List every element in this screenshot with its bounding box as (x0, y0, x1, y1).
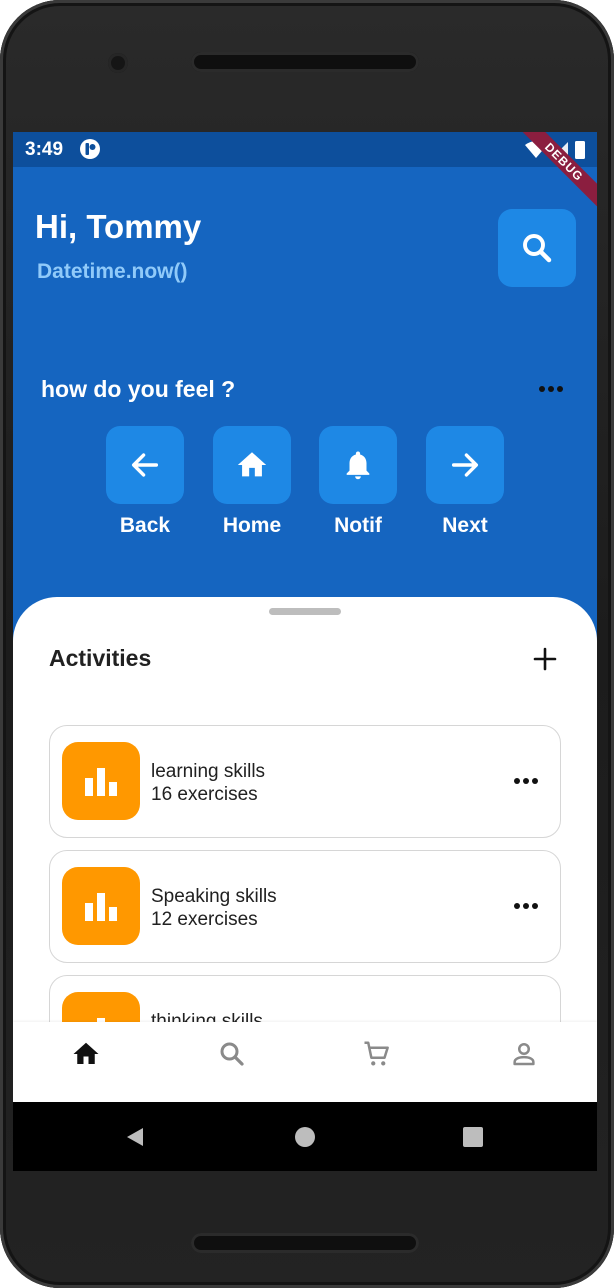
home-icon (73, 1042, 99, 1064)
greeting-title: Hi, Tommy (35, 208, 202, 245)
home-label: Home (222, 514, 282, 537)
system-recents-button[interactable] (460, 1124, 486, 1150)
feel-more-button[interactable] (537, 378, 565, 400)
quick-action-back[interactable]: Back (106, 426, 184, 538)
activity-name: learning skills (151, 761, 266, 782)
more-horizontal-icon (514, 778, 538, 784)
back-button[interactable] (106, 426, 184, 504)
arrow-left-icon (131, 453, 159, 477)
feel-title: how do you feel ? (41, 376, 236, 402)
triangle-back-icon (127, 1128, 143, 1146)
more-horizontal-icon (514, 903, 538, 909)
system-navigation-bar (13, 1102, 597, 1171)
activities-title: Activities (49, 645, 152, 671)
quick-action-notif[interactable]: Notif (319, 426, 397, 538)
notif-button[interactable] (319, 426, 397, 504)
search-button[interactable] (498, 209, 576, 287)
activity-count: 16 exercises (151, 784, 258, 805)
bottom-navigation (13, 1022, 597, 1102)
system-home-button[interactable] (292, 1124, 318, 1150)
bar-chart-icon (85, 768, 117, 796)
activity-more-button[interactable] (512, 770, 540, 792)
next-label: Next (442, 514, 488, 537)
quick-action-home[interactable]: Home (213, 426, 291, 538)
circle-home-icon (295, 1127, 315, 1147)
bell-icon (346, 451, 370, 480)
quick-action-next[interactable]: Next (426, 426, 504, 538)
bar-chart-icon (85, 893, 117, 921)
nav-search[interactable] (216, 1038, 248, 1070)
app-screen: 3:49 DEBUG Hi, Tommy Datetime.now() how … (13, 132, 597, 1171)
system-back-button[interactable] (122, 1124, 148, 1150)
person-icon (513, 1042, 535, 1066)
nav-cart[interactable] (361, 1038, 393, 1070)
bottom-speaker (191, 1233, 419, 1253)
date-subtitle: Datetime.now() (37, 260, 188, 283)
cart-icon (364, 1041, 389, 1066)
search-icon (523, 234, 552, 263)
sheet-drag-handle[interactable] (269, 608, 341, 615)
nav-home[interactable] (70, 1038, 102, 1070)
home-icon (237, 452, 267, 477)
back-label: Back (119, 514, 171, 537)
activity-thumb (62, 867, 140, 945)
front-camera (108, 53, 128, 73)
activity-card[interactable]: Speaking skills 12 exercises (49, 850, 561, 963)
more-horizontal-icon (539, 386, 563, 392)
notif-label: Notif (334, 514, 382, 537)
nav-profile[interactable] (508, 1038, 540, 1070)
activity-name: Speaking skills (151, 886, 277, 907)
square-recents-icon (463, 1127, 483, 1147)
activity-more-button[interactable] (512, 895, 540, 917)
next-button[interactable] (426, 426, 504, 504)
arrow-right-icon (451, 453, 479, 477)
top-speaker (191, 52, 419, 72)
status-bar: 3:49 DEBUG (13, 132, 597, 210)
activity-thumb (62, 742, 140, 820)
home-button[interactable] (213, 426, 291, 504)
app-notification-icon (80, 139, 100, 159)
plus-icon (533, 647, 557, 671)
add-activity-button[interactable] (530, 644, 560, 674)
battery-icon (575, 141, 585, 159)
status-time: 3:49 (25, 139, 64, 160)
search-icon (220, 1042, 244, 1066)
activity-count: 12 exercises (151, 909, 258, 930)
activity-card[interactable]: learning skills 16 exercises (49, 725, 561, 838)
device-frame: 3:49 DEBUG Hi, Tommy Datetime.now() how … (0, 0, 614, 1288)
